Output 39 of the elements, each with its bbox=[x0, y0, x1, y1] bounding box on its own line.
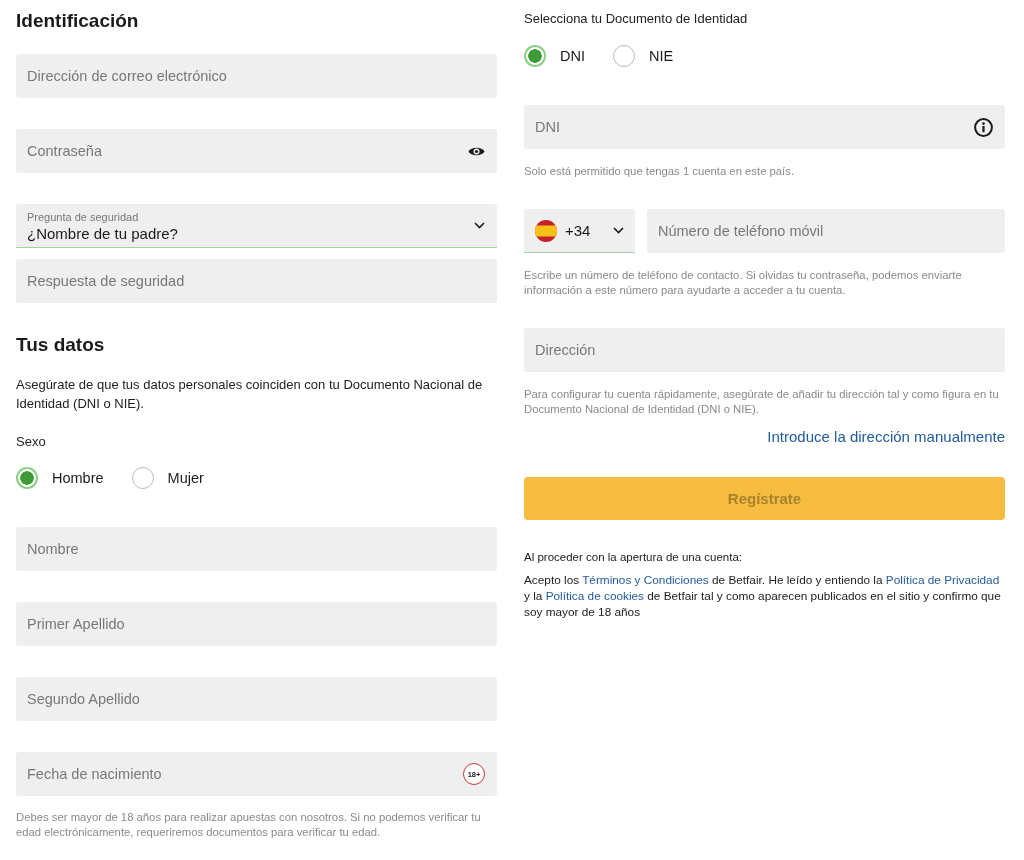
radio-label[interactable]: DNI bbox=[560, 48, 585, 64]
country-code-select[interactable]: +34 bbox=[524, 209, 635, 253]
document-type-label: Selecciona tu Documento de Identidad bbox=[524, 10, 749, 28]
document-number-field[interactable]: DNI bbox=[524, 105, 1005, 149]
terms-text: Acepto los Términos y Condiciones de Betfair. He leído y entiendo la Política de Privacidad y la Política de cookies de Betfair tal y como aparecen publicados en el sitio y confirmo que soy mayor de 18 años bbox=[524, 572, 1002, 620]
info-icon[interactable] bbox=[974, 117, 993, 137]
legal-link[interactable]: Términos y Condiciones bbox=[582, 573, 709, 587]
input-field[interactable]: Nombre bbox=[16, 527, 497, 571]
radio-button[interactable] bbox=[524, 45, 546, 67]
address-field[interactable]: Dirección bbox=[524, 328, 1005, 372]
password-field[interactable]: Contraseña bbox=[16, 129, 497, 173]
radio-button[interactable] bbox=[131, 467, 154, 489]
helper-text: Solo está permitido que tengas 1 cuenta en este país. bbox=[524, 164, 796, 179]
radio-button[interactable] bbox=[16, 467, 38, 489]
input-field[interactable]: Segundo Apellido bbox=[16, 677, 497, 721]
phone-number-field[interactable]: Número de teléfono móvil bbox=[647, 209, 1005, 253]
radio-label[interactable]: NIE bbox=[649, 48, 674, 64]
dropdown-field[interactable]: Pregunta de seguridad ¿Nombre de tu padre? bbox=[16, 204, 497, 248]
radio-label[interactable]: Hombre bbox=[52, 470, 104, 486]
helper-text: Debes ser mayor de 18 años para realizar apuestas con nosotros. Si no podemos verificar tu edad electrónicamente, requeriremos documentos para verificar tu edad. bbox=[16, 810, 482, 840]
gender-label: Sexo bbox=[16, 433, 47, 451]
terms-intro-text: Al proceder con la apertura de una cuenta: bbox=[524, 550, 743, 565]
legal-link[interactable]: Política de cookies bbox=[545, 589, 644, 603]
chevron-down-icon bbox=[613, 227, 624, 234]
helper-text: Para configurar tu cuenta rápidamente, asegúrate de añadir tu dirección tal y como figura en tu Documento Nacional de Identidad (DNI o NIE). bbox=[524, 387, 1000, 417]
manual-address-link[interactable]: Introduce la dirección manualmente bbox=[767, 427, 1005, 447]
input-field[interactable]: Respuesta de seguridad bbox=[16, 259, 497, 303]
chevron-down-icon bbox=[474, 222, 485, 229]
radio-label[interactable]: Mujer bbox=[167, 470, 204, 486]
intro-text: Asegúrate de que tus datos personales coinciden con tu Documento Nacional de Identidad (DNI o NIE). bbox=[16, 376, 484, 413]
eye-icon[interactable] bbox=[468, 145, 485, 157]
helper-text: Escribe un número de teléfono de contacto. Si olvidas tu contraseña, podemos enviarte información a este número para ayudarte a acceder a tu cuenta. bbox=[524, 268, 963, 298]
legal-link[interactable]: Política de Privacidad bbox=[885, 573, 1000, 587]
flag-icon bbox=[535, 219, 557, 242]
radio-button[interactable] bbox=[613, 45, 635, 67]
input-field[interactable]: Dirección de correo electrónico bbox=[16, 54, 497, 98]
section-heading: Identificación bbox=[16, 9, 140, 33]
section-heading: Tus datos bbox=[16, 333, 106, 357]
input-field[interactable]: Primer Apellido bbox=[16, 602, 497, 646]
